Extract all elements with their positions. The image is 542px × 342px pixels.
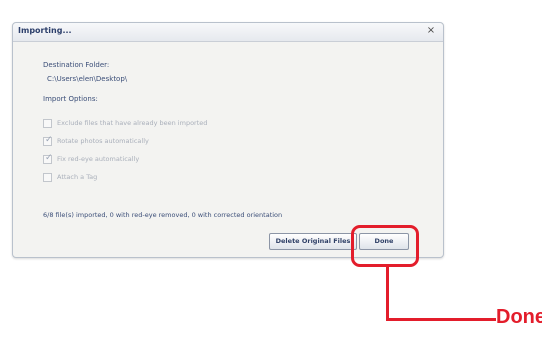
destination-folder-path: C:\Users\elen\Desktop\	[47, 75, 128, 83]
done-button-highlight	[351, 225, 419, 267]
attach-tag-checkbox[interactable]	[43, 173, 52, 182]
rotate-photos-checkbox[interactable]: ✓	[43, 135, 53, 146]
fix-red-eye-checkbox[interactable]: ✓	[43, 153, 53, 164]
dialog-titlebar: Importing... ×	[13, 23, 443, 42]
close-icon[interactable]: ×	[425, 25, 437, 37]
exclude-imported-checkbox[interactable]	[43, 119, 52, 128]
import-options-label: Import Options:	[43, 95, 98, 103]
attach-tag-label: Attach a Tag	[57, 173, 98, 181]
destination-folder-label: Destination Folder:	[43, 61, 110, 69]
dialog-title: Importing...	[18, 26, 72, 35]
delete-original-files-button[interactable]: Delete Original Files	[269, 233, 357, 250]
callout-connector-horizontal	[386, 318, 496, 321]
rotate-photos-label: Rotate photos automatically	[57, 137, 149, 145]
checkmark-icon: ✓	[45, 135, 53, 145]
callout-connector-vertical	[386, 267, 389, 321]
fix-red-eye-label: Fix red-eye automatically	[57, 155, 140, 163]
done-callout-label: Done	[496, 306, 542, 328]
import-status-text: 6/8 file(s) imported, 0 with red-eye rem…	[43, 211, 283, 219]
checkmark-icon: ✓	[45, 153, 53, 163]
exclude-imported-label: Exclude files that have already been imp…	[57, 119, 208, 127]
import-dialog: Importing... × Destination Folder: C:\Us…	[12, 22, 444, 258]
